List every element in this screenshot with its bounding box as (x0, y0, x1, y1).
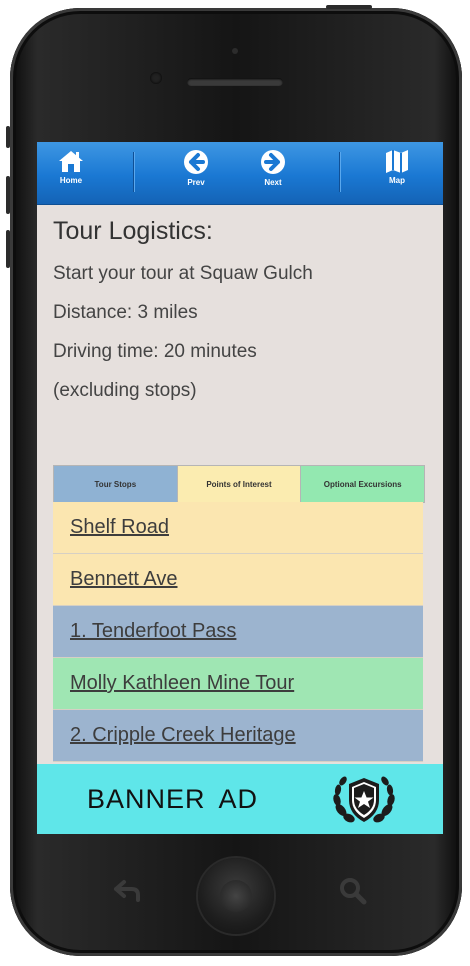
list-item-bennett-ave[interactable]: Bennett Ave (53, 554, 423, 606)
page-title: Tour Logistics: (53, 217, 213, 245)
power-button (326, 5, 372, 9)
arrow-right-icon (259, 148, 287, 176)
volume-up-button (6, 176, 10, 214)
tab-points-of-interest[interactable]: Points of Interest (177, 466, 302, 502)
tour-list: Shelf Road Bennett Ave 1. Tenderfoot Pas… (53, 502, 423, 762)
nav-home-button[interactable]: Home (41, 148, 101, 200)
list-item-cripple-creek[interactable]: 2. Cripple Creek Heritage (53, 710, 423, 762)
search-icon[interactable] (338, 876, 368, 911)
driving-time-text: Driving time: 20 minutes (53, 341, 257, 362)
tab-tour-stops[interactable]: Tour Stops (54, 466, 178, 502)
nav-next-label: Next (264, 178, 282, 187)
home-hardware-button[interactable] (198, 858, 274, 934)
home-button-center (220, 880, 252, 912)
nav-home-label: Home (59, 176, 83, 185)
nav-prev-button[interactable]: Prev (166, 148, 226, 200)
app-screen: Home Prev Next Map Tour Logistics: Start… (37, 142, 443, 834)
mute-switch (6, 126, 10, 148)
category-tabs: Tour Stops Points of Interest Optional E… (53, 465, 425, 503)
nav-map-button[interactable]: Map (367, 148, 427, 200)
nav-prev-label: Prev (187, 178, 205, 187)
start-location-text: Start your tour at Squaw Gulch (53, 263, 313, 284)
front-camera (150, 72, 162, 84)
distance-text: Distance: 3 miles (53, 302, 198, 323)
banner-ad-text: BANNER AD (87, 784, 259, 814)
top-nav-bar: Home Prev Next Map (37, 142, 443, 205)
arrow-left-icon (182, 148, 210, 176)
home-icon (56, 148, 86, 174)
tour-logistics-section: Tour Logistics: Start your tour at Squaw… (53, 214, 433, 410)
banner-ad[interactable]: BANNER AD (37, 764, 443, 834)
nav-divider (339, 152, 340, 192)
list-item-tenderfoot-pass[interactable]: 1. Tenderfoot Pass (53, 606, 423, 658)
nav-map-label: Map (389, 176, 405, 185)
list-item-molly-kathleen[interactable]: Molly Kathleen Mine Tour (53, 658, 423, 710)
earpiece-speaker (187, 78, 283, 86)
front-sensor (232, 48, 238, 54)
map-icon (383, 148, 411, 174)
star-shield-laurel-icon (329, 770, 399, 834)
nav-divider (133, 152, 134, 192)
back-arrow-icon[interactable] (112, 876, 142, 911)
volume-down-button (6, 230, 10, 268)
tab-optional-excursions[interactable]: Optional Excursions (301, 466, 425, 502)
list-item-shelf-road[interactable]: Shelf Road (53, 502, 423, 554)
excluding-stops-text: (excluding stops) (53, 380, 197, 401)
nav-next-button[interactable]: Next (243, 148, 303, 200)
